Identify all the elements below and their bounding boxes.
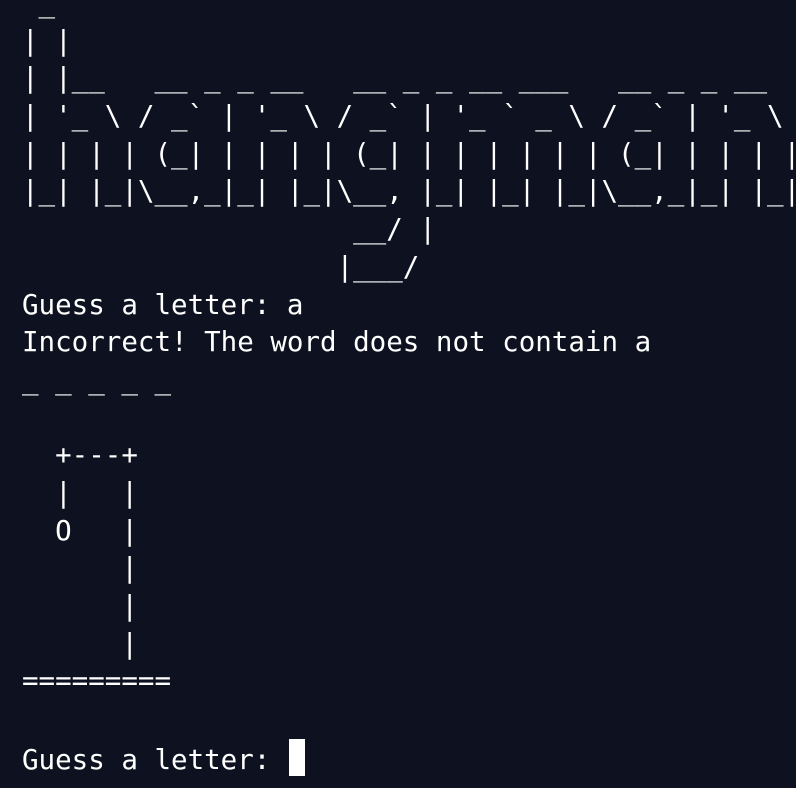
feedback-message: Incorrect! The word does not contain a [22,326,652,359]
gallows-line: O | [22,514,138,547]
input-line[interactable]: Guess a letter: [22,738,796,777]
banner-line: | '_ \ / _` | '_ \ / _` | '_ ` _ \ / _` … [22,100,784,133]
banner-line: |___/ [22,250,420,283]
banner-line: __/ | [22,213,436,246]
word-display: _ _ _ _ _ [22,363,172,396]
gallows-drawing: +---+ | | O | | | | ========= [22,437,796,701]
gallows-line: +---+ [22,439,138,472]
banner-line: | | [22,24,72,57]
gallows-line: | | [22,476,138,509]
guessed-letter: a [286,288,304,321]
previous-guess-line: Guess a letter: a [22,287,796,325]
terminal-output: _ | | | |__ __ _ _ __ __ _ _ __ ___ __ _… [22,0,796,776]
banner-line: | |__ __ _ _ __ __ _ _ __ ___ __ _ _ __ [22,62,768,95]
gallows-line: | [22,590,138,622]
terminal-window[interactable]: _ | | | |__ __ _ _ __ __ _ _ __ ___ __ _… [0,0,796,788]
gallows-line: | [22,627,138,660]
gallows-line: | [22,552,138,585]
hangman-banner: _ | | | |__ __ _ _ __ __ _ _ __ ___ __ _… [22,0,796,287]
guess-prompt-text: Guess a letter: [22,288,287,321]
text-cursor [288,738,305,776]
gallows-base: ========= [22,665,172,698]
banner-line: _ [22,0,56,19]
banner-line: |_| |_|\__,_|_| |_|\__, |_| |_| |_|\__,_… [22,175,796,208]
banner-line: | | | | (_| | | | | (_| | | | | | | (_| … [22,137,796,170]
current-guess-prompt: Guess a letter: [22,743,287,776]
